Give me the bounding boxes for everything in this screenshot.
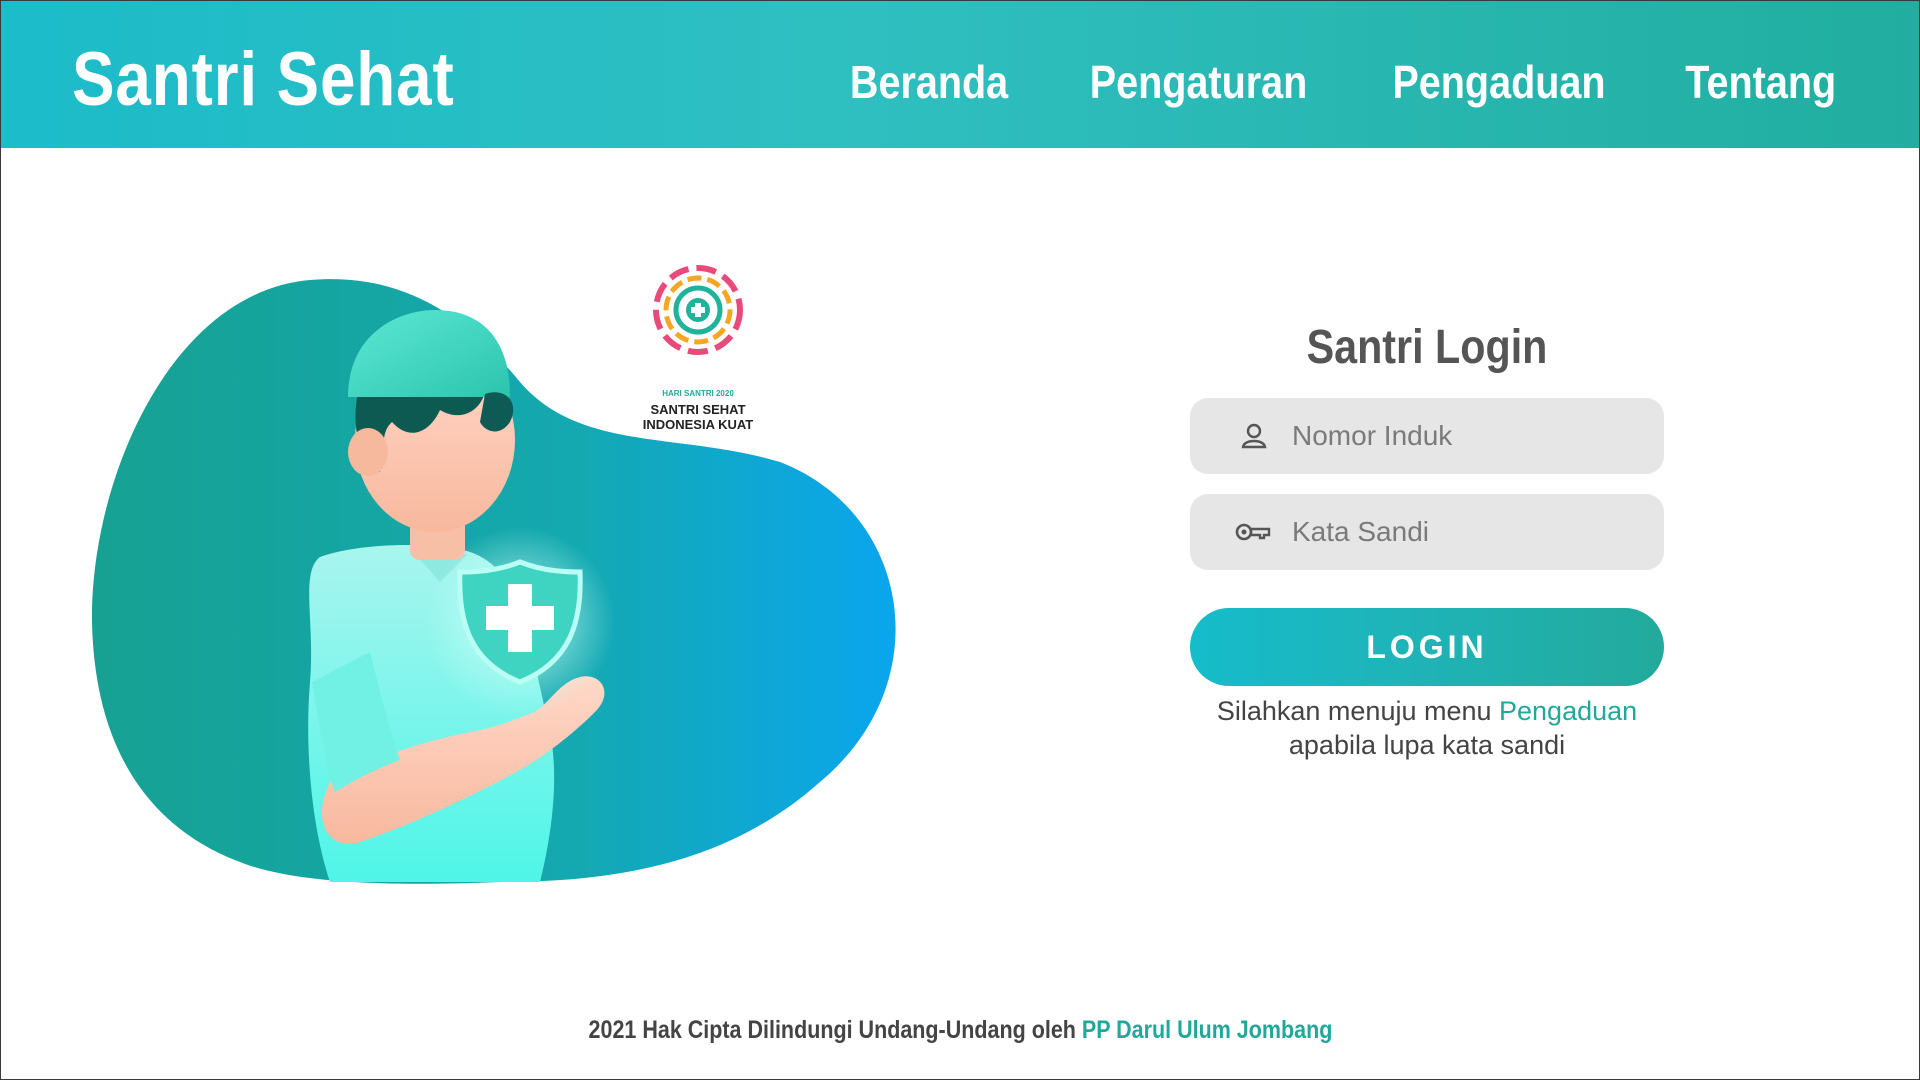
pengaduan-link[interactable]: Pengaduan — [1499, 696, 1637, 726]
badge-line2: SANTRI SEHAT — [650, 402, 745, 417]
brand-title[interactable]: Santri Sehat — [72, 34, 455, 126]
badge-line1: HARI SANTRI 2020 — [662, 389, 734, 398]
header-bar: Santri Sehat Beranda Pengaturan Pengadua… — [0, 0, 1920, 148]
key-icon — [1230, 508, 1278, 556]
password-field[interactable] — [1190, 494, 1664, 570]
hint-suffix: apabila lupa kata sandi — [1288, 730, 1566, 760]
hint-prefix: Silahkan menuju menu — [1216, 696, 1500, 726]
footer-copyright: 2021 Hak Cipta Dilindungi Undang-Undang … — [588, 1016, 1082, 1044]
footer-org-link[interactable]: PP Darul Ulum Jombang — [1081, 1016, 1331, 1044]
nav-beranda[interactable]: Beranda — [850, 48, 1008, 116]
login-title: Santri Login — [1306, 321, 1548, 374]
kata-sandi-input[interactable] — [1290, 515, 1634, 549]
shield-cross-h — [486, 606, 554, 630]
forgot-password-hint: Silahkan menuju menu Pengaduan apabila l… — [1160, 694, 1694, 762]
nomor-induk-input[interactable] — [1290, 419, 1634, 453]
login-button[interactable]: LOGIN — [1190, 608, 1664, 686]
nav-pengaturan[interactable]: Pengaturan — [1089, 48, 1307, 116]
footer: 2021 Hak Cipta Dilindungi Undang-Undang … — [0, 1016, 1920, 1045]
nav-pengaduan[interactable]: Pengaduan — [1392, 48, 1605, 116]
health-worker-illustration: HARI SANTRI 2020 SANTRI SEHAT INDONESIA … — [91, 265, 896, 884]
badge-line3: INDONESIA KUAT — [643, 417, 754, 432]
nav-tentang[interactable]: Tentang — [1685, 48, 1836, 116]
hari-santri-emblem — [653, 265, 743, 355]
person-ear — [348, 428, 388, 476]
user-icon — [1230, 412, 1278, 460]
main-nav: Beranda Pengaturan Pengaduan Tentang — [837, 48, 1848, 116]
username-field[interactable] — [1190, 398, 1664, 474]
